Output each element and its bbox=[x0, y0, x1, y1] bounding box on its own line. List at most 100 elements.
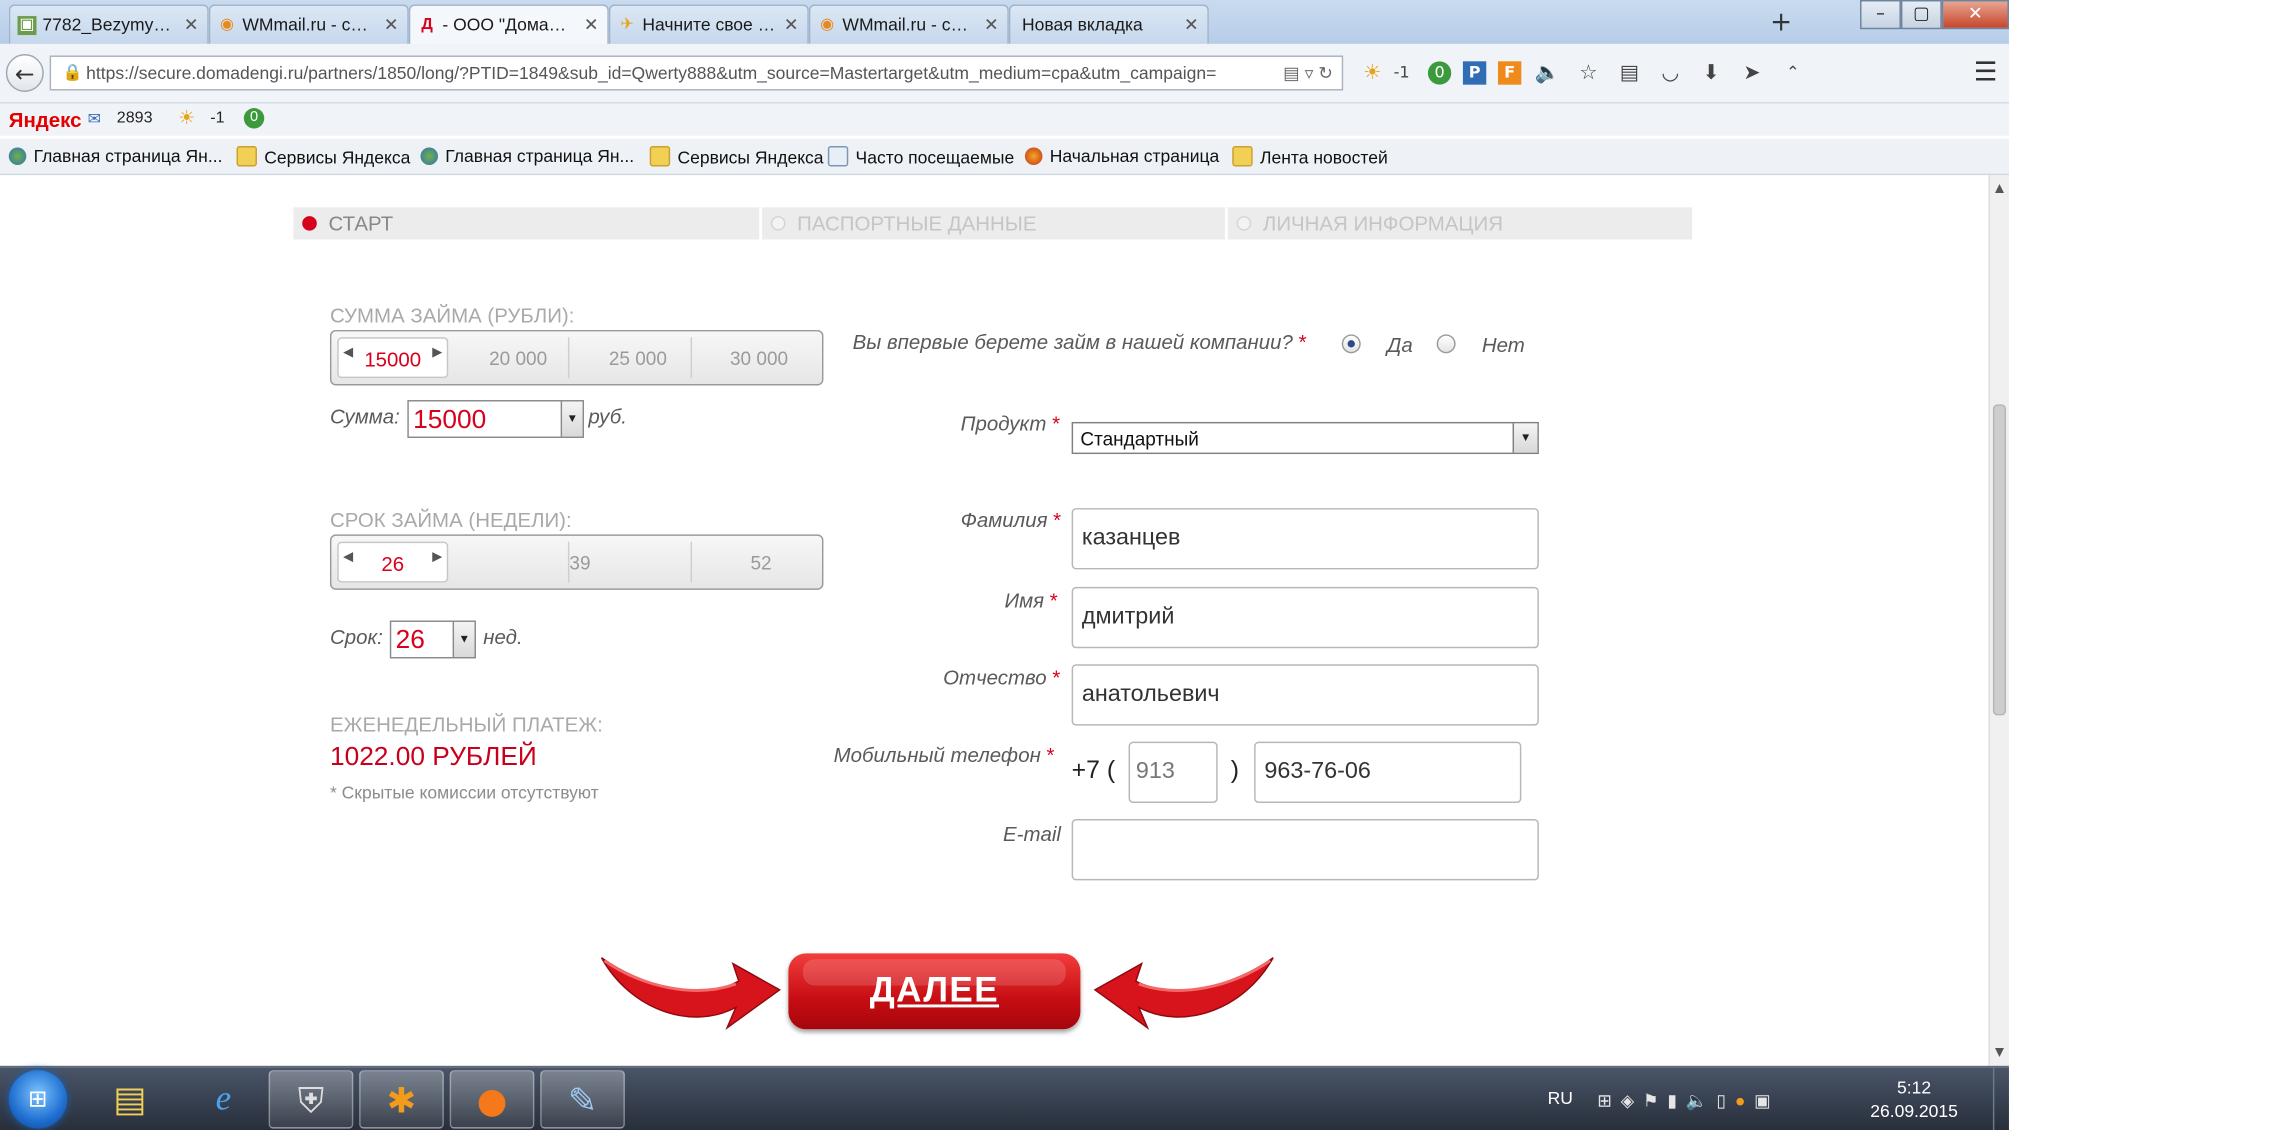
reader-icon[interactable]: ▤ bbox=[1283, 63, 1300, 83]
tab-5[interactable]: ◉ WMmail.ru - сервис по... ✕ bbox=[808, 4, 1009, 44]
close-tab-icon[interactable]: ✕ bbox=[584, 6, 599, 44]
step-passport: ПАСПОРТНЫЕ ДАННЫЕ bbox=[762, 207, 1036, 239]
email-input[interactable] bbox=[1071, 819, 1539, 881]
url-text[interactable]: https://secure.domadengi.ru/partners/185… bbox=[86, 57, 1239, 89]
device-icon[interactable]: ▣ bbox=[1754, 1091, 1771, 1111]
chevron-down-icon[interactable]: ▼ bbox=[560, 401, 583, 437]
loan-amount-slider[interactable]: ◀ 15000 ▶ 20 000 25 000 30 000 bbox=[329, 329, 824, 386]
bookmark-item[interactable]: Главная страница Ян... bbox=[420, 146, 634, 166]
windows-flag-icon[interactable]: ⊞ bbox=[1597, 1091, 1612, 1111]
vertical-scrollbar[interactable]: ▲ ▼ bbox=[1988, 175, 2009, 1066]
tab-4[interactable]: ✈ Начните свое путешес... ✕ bbox=[608, 4, 809, 44]
first-loan-yes-label[interactable]: Да bbox=[1387, 333, 1413, 356]
bookmark-item[interactable]: Лента новостей bbox=[1232, 146, 1388, 168]
next-button[interactable]: ДАЛЕЕ bbox=[788, 953, 1081, 1030]
first-loan-no-radio[interactable] bbox=[1436, 334, 1456, 354]
mail-count[interactable]: 2893 bbox=[117, 110, 153, 128]
p-extension-icon[interactable]: P bbox=[1462, 61, 1487, 85]
step-progress-bar: СТАРТ ПАСПОРТНЫЕ ДАННЫЕ ЛИЧНАЯ ИНФОРМАЦИ… bbox=[293, 207, 1693, 240]
chevron-down-icon[interactable]: ▼ bbox=[452, 621, 475, 657]
arrow-right-icon: ▶ bbox=[432, 344, 443, 360]
start-button[interactable]: ⊞ bbox=[8, 1070, 68, 1129]
first-loan-yes-radio[interactable] bbox=[1341, 334, 1361, 354]
back-arrow-icon[interactable]: ← bbox=[5, 54, 44, 92]
menu-icon[interactable]: ☰ bbox=[1974, 57, 1998, 88]
phone-area-code-input[interactable] bbox=[1128, 741, 1218, 803]
tab-2[interactable]: ◉ WMmail.ru - сервис по... ✕ bbox=[208, 4, 409, 44]
bookmark-item[interactable]: Сервисы Яндекса bbox=[649, 146, 824, 168]
avast-tray-icon[interactable]: ● bbox=[1735, 1091, 1746, 1111]
volume-icon[interactable]: 🔈 bbox=[1686, 1091, 1708, 1111]
avast-taskbar-icon[interactable]: ✱ bbox=[359, 1070, 444, 1129]
close-tab-icon[interactable]: ✕ bbox=[184, 6, 199, 44]
show-desktop-button[interactable] bbox=[1992, 1067, 2009, 1130]
first-name-input[interactable] bbox=[1071, 586, 1539, 649]
lock-icon: 🔒 bbox=[62, 64, 83, 82]
amount-value: 15000 bbox=[413, 404, 487, 434]
bookmark-item[interactable]: Часто посещаемые bbox=[827, 146, 1014, 168]
screen: ▣ 7782_Bezymyannyi165 - ... ✕ ◉ WMmail.r… bbox=[0, 0, 2009, 1130]
scrollbar-thumb[interactable] bbox=[1992, 404, 2007, 716]
action-center-flag-icon[interactable]: ⚑ bbox=[1643, 1091, 1659, 1111]
maximize-icon[interactable]: ▢ bbox=[1900, 0, 1942, 30]
bookmark-item[interactable]: Сервисы Яндекса bbox=[236, 146, 410, 168]
close-tab-icon[interactable]: ✕ bbox=[1184, 6, 1199, 44]
new-tab-button[interactable]: + bbox=[1764, 6, 1799, 41]
first-loan-no-label[interactable]: Нет bbox=[1482, 333, 1525, 356]
bookmarks-list-icon[interactable]: ▤ bbox=[1615, 58, 1644, 87]
chevron-up-icon[interactable]: ⌃ bbox=[1778, 58, 1807, 87]
bookmark-item[interactable]: Начальная страница bbox=[1024, 146, 1219, 166]
step-label: ПАСПОРТНЫЕ ДАННЫЕ bbox=[797, 211, 1037, 236]
bookmark-star-icon[interactable]: ☆ bbox=[1574, 58, 1603, 87]
patronymic-input[interactable] bbox=[1071, 664, 1539, 726]
dropdown-icon[interactable]: ▿ bbox=[1305, 63, 1314, 83]
minimize-icon[interactable]: – bbox=[1860, 0, 1901, 30]
yandex-logo[interactable]: Яндекс bbox=[9, 108, 82, 131]
product-select[interactable]: Стандартный ▼ bbox=[1071, 421, 1539, 455]
chevron-down-icon[interactable]: ▼ bbox=[1512, 423, 1538, 453]
language-indicator[interactable]: RU bbox=[1548, 1088, 1573, 1108]
ribbon-arrow-right-icon bbox=[600, 957, 781, 1030]
address-bar[interactable]: 🔒 https://secure.domadengi.ru/partners/1… bbox=[49, 55, 1344, 91]
mail-icon[interactable]: ✉ bbox=[88, 110, 101, 129]
send-icon[interactable]: ➤ bbox=[1737, 58, 1766, 87]
reload-icon[interactable]: ↻ bbox=[1318, 63, 1333, 83]
media-taskbar-icon[interactable]: ✎ bbox=[540, 1070, 625, 1129]
battery-icon[interactable]: ▯ bbox=[1716, 1091, 1726, 1111]
close-window-icon[interactable]: ✕ bbox=[1941, 0, 2009, 30]
weather-sun-icon[interactable]: ☀ bbox=[1358, 58, 1387, 87]
weather-sun-icon[interactable]: ☀ bbox=[178, 107, 195, 130]
clock[interactable]: 5:12 26.09.2015 bbox=[1848, 1076, 1979, 1123]
close-tab-icon[interactable]: ✕ bbox=[784, 6, 799, 44]
download-icon[interactable]: ⬇ bbox=[1697, 58, 1726, 87]
firefox-taskbar-icon[interactable]: ● bbox=[449, 1070, 535, 1129]
loan-term-slider[interactable]: ◀ 26 ▶ 39 52 bbox=[329, 534, 824, 590]
pocket-icon[interactable]: ◡ bbox=[1656, 58, 1685, 87]
slider-handle[interactable]: ◀ 26 ▶ bbox=[337, 541, 449, 583]
counter-badge-icon[interactable]: 0 bbox=[1427, 61, 1452, 85]
explorer-taskbar-icon[interactable]: ▤ bbox=[88, 1070, 173, 1128]
last-name-input[interactable] bbox=[1071, 508, 1539, 570]
term-select[interactable]: 26 ▼ bbox=[389, 620, 476, 659]
amount-select[interactable]: 15000 ▼ bbox=[407, 400, 584, 438]
tab-3-active[interactable]: Д - ООО "Домашние Ден... ✕ bbox=[408, 4, 609, 46]
internet-explorer-taskbar-icon[interactable]: e bbox=[181, 1070, 266, 1128]
scroll-down-icon[interactable]: ▼ bbox=[1990, 1042, 2009, 1062]
close-tab-icon[interactable]: ✕ bbox=[984, 6, 999, 44]
tab-6[interactable]: Новая вкладка ✕ bbox=[1008, 4, 1209, 44]
world-of-tanks-taskbar-icon[interactable]: ⛨ bbox=[268, 1070, 354, 1129]
speaker-icon[interactable]: 🔈 bbox=[1533, 58, 1562, 87]
tab-title: Начните свое путешес... bbox=[642, 14, 776, 36]
scroll-up-icon[interactable]: ▲ bbox=[1990, 178, 2009, 198]
slider-handle[interactable]: ◀ 15000 ▶ bbox=[337, 337, 449, 379]
counter-badge-icon[interactable]: 0 bbox=[243, 108, 265, 129]
signal-icon[interactable]: ▮ bbox=[1667, 1091, 1677, 1111]
amount-unit: руб. bbox=[588, 404, 627, 428]
label-text: Имя bbox=[1004, 588, 1045, 612]
tab-1[interactable]: ▣ 7782_Bezymyannyi165 - ... ✕ bbox=[8, 4, 209, 44]
phone-number-input[interactable] bbox=[1254, 741, 1522, 803]
network-icon[interactable]: ◈ bbox=[1621, 1091, 1634, 1111]
bookmark-item[interactable]: Главная страница Ян... bbox=[8, 146, 223, 166]
close-tab-icon[interactable]: ✕ bbox=[384, 6, 399, 44]
extension-orange-icon[interactable]: F bbox=[1497, 61, 1522, 85]
